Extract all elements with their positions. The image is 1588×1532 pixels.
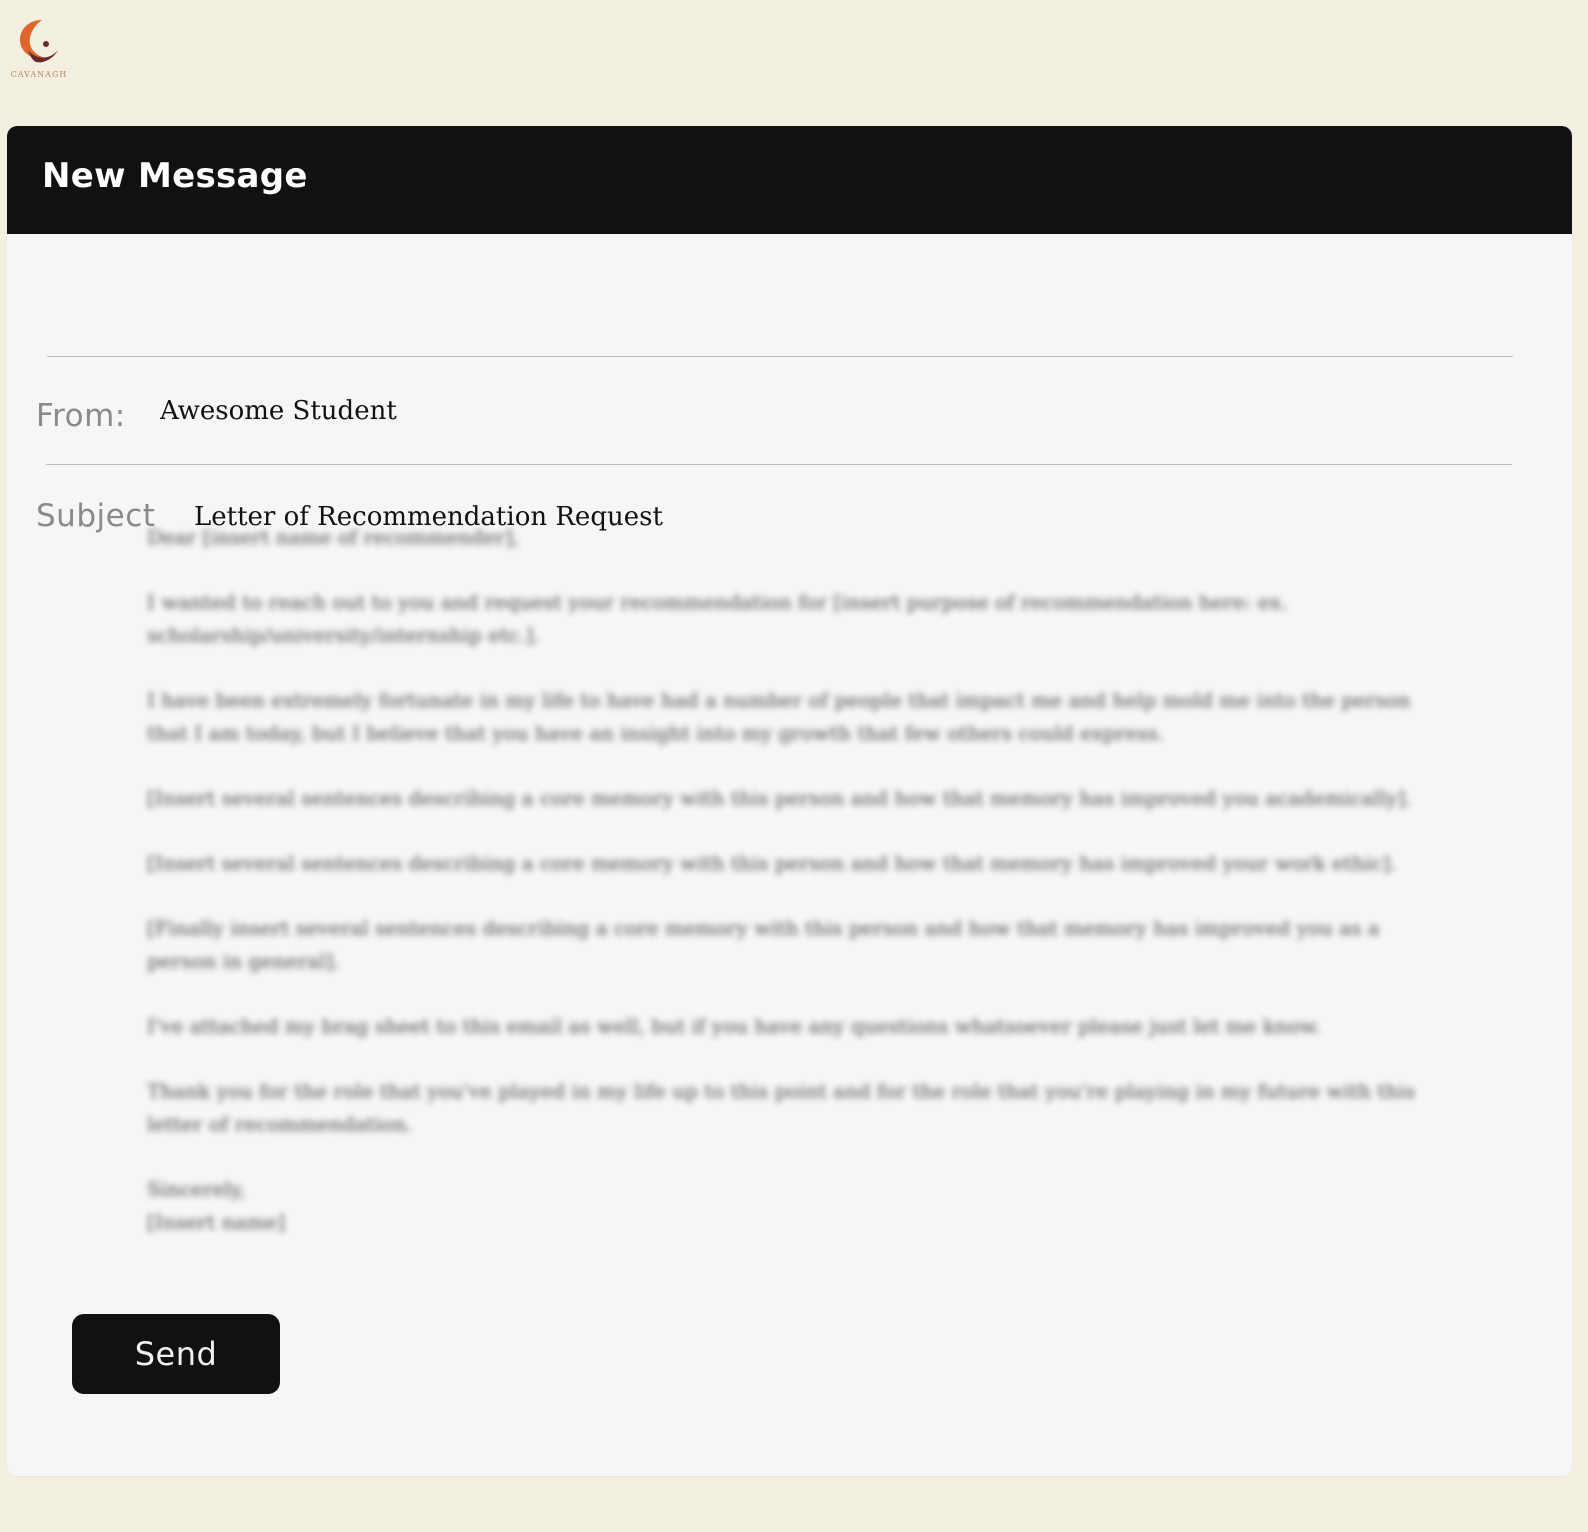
from-label: From: [36,398,126,434]
message-paragraph: Sincerely, [Insert name] [147,1177,286,1234]
message-paragraph: [Insert several sentences describing a c… [147,851,1397,875]
message-paragraph: I've attached my brag sheet to this emai… [147,1014,1321,1038]
message-paragraph: I have been extremely fortunate in my li… [147,688,1411,745]
crescent-logo-icon [20,20,58,63]
message-body[interactable]: Dear [insert name of recommender], I want… [147,521,1417,1271]
message-paragraph: Thank you for the role that you've playe… [147,1079,1415,1136]
compose-window: New Message From: Subject Dear [insert n… [7,126,1572,1476]
logo-text: CAVANAGH [10,70,68,79]
subject-label: Subject [36,498,156,534]
brand-logo: CAVANAGH [6,14,72,84]
message-paragraph: I wanted to reach out to you and request… [147,590,1288,647]
message-paragraph: Dear [insert name of recommender], [147,525,520,549]
message-paragraph: [Insert several sentences describing a c… [147,786,1412,810]
message-paragraph: [Finally insert several sentences descri… [147,916,1380,973]
subject-divider [46,464,1512,465]
send-button[interactable]: Send [72,1314,280,1394]
compose-header: New Message [7,126,1572,234]
compose-title: New Message [42,156,308,196]
from-field[interactable] [160,396,760,426]
from-divider [47,356,1513,357]
